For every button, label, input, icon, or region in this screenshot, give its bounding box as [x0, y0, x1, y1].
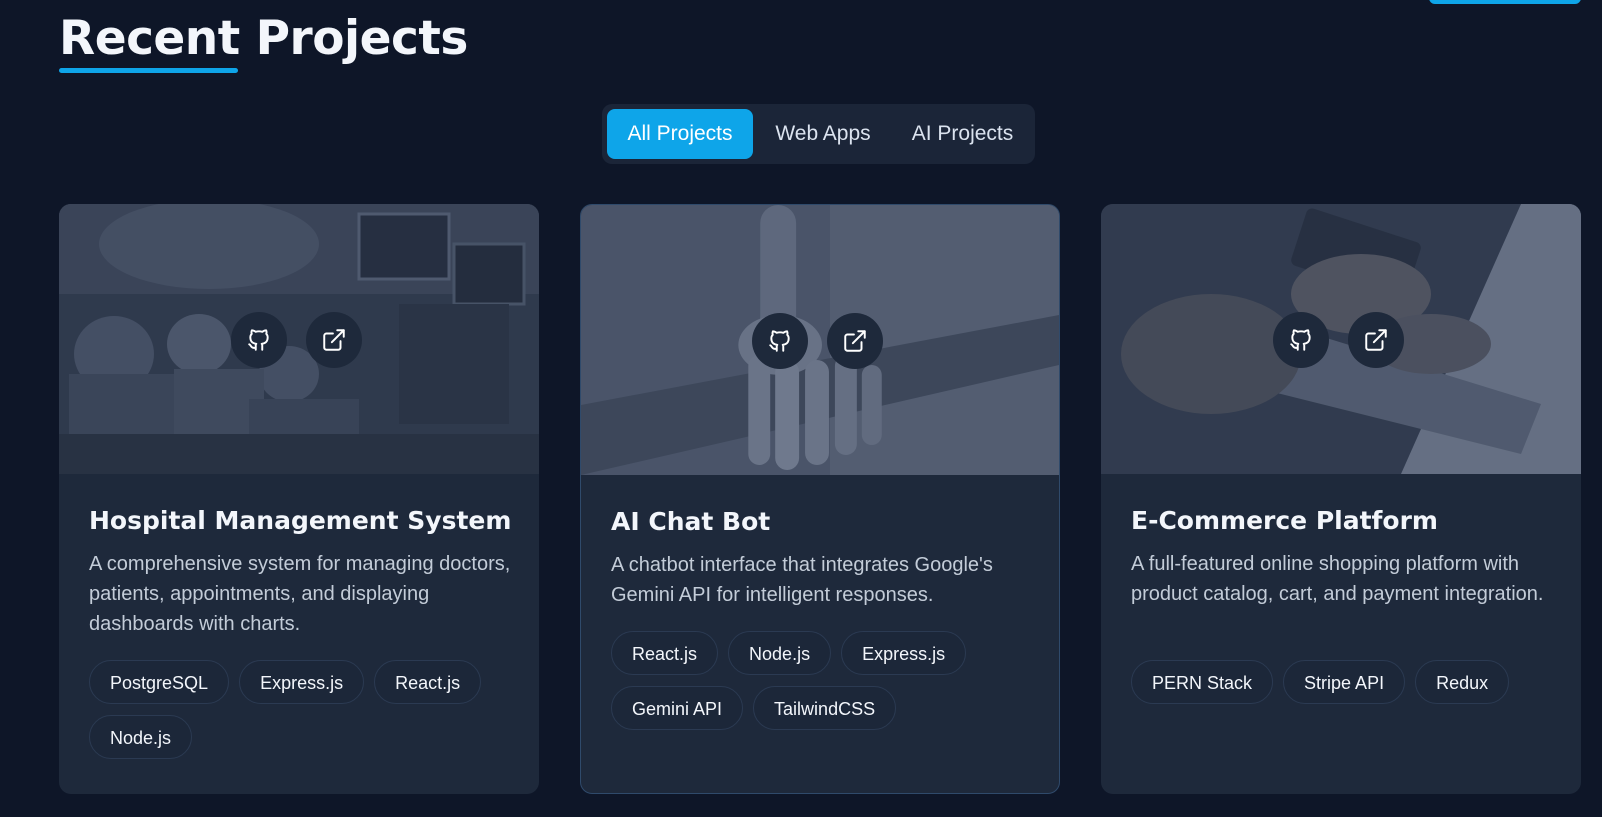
project-title: AI Chat Bot — [611, 507, 771, 536]
project-description: A comprehensive system for managing doct… — [89, 553, 511, 635]
github-icon — [769, 330, 790, 352]
tech-tag: Stripe API — [1283, 660, 1406, 704]
tech-tag: React.js — [611, 631, 719, 675]
title-underline — [59, 68, 238, 73]
tech-tag: TailwindCSS — [753, 686, 897, 730]
github-icon — [248, 329, 269, 351]
filter-web-apps[interactable]: Web Apps — [753, 109, 893, 159]
project-image-laptop-card — [1101, 204, 1581, 474]
tech-tag: React.js — [374, 660, 482, 704]
tech-tag: Express.js — [841, 631, 967, 675]
project-description: A chatbot interface that integrates Goog… — [611, 554, 993, 606]
tech-tag: PERN Stack — [1131, 660, 1274, 704]
project-description: A full-featured online shopping platform… — [1131, 553, 1544, 605]
project-card-hospital[interactable]: Hospital Management System A comprehensi… — [59, 204, 539, 794]
tech-tag: Gemini API — [611, 686, 744, 730]
tech-tag: Express.js — [239, 660, 365, 704]
project-title: Hospital Management System — [89, 506, 512, 535]
external-link-icon — [1365, 329, 1387, 351]
live-demo-button[interactable] — [306, 312, 362, 368]
external-link-icon — [323, 329, 345, 351]
header-cta-button[interactable] — [1429, 0, 1581, 4]
github-link-button[interactable] — [1273, 312, 1329, 368]
live-demo-button[interactable] — [827, 313, 883, 369]
filter-ai-projects[interactable]: AI Projects — [893, 109, 1032, 159]
github-link-button[interactable] — [231, 312, 287, 368]
project-image-operating-room — [59, 204, 539, 474]
tech-tag: PostgreSQL — [89, 660, 230, 704]
tech-tags: PERN Stack Stripe API Redux — [1131, 660, 1561, 704]
tech-tag: Redux — [1415, 660, 1510, 704]
filter-all-projects[interactable]: All Projects — [607, 109, 753, 159]
github-link-button[interactable] — [752, 313, 808, 369]
tech-tag: Node.js — [89, 715, 193, 759]
tech-tag: Node.js — [728, 631, 832, 675]
section-title: Recent Projects — [59, 11, 468, 66]
live-demo-button[interactable] — [1348, 312, 1404, 368]
project-filter-tabs: All Projects Web Apps AI Projects — [602, 104, 1035, 164]
project-image-robot-hand — [581, 205, 1059, 475]
project-card-ai-chat-bot[interactable]: AI Chat Bot A chatbot interface that int… — [580, 204, 1060, 794]
tech-tags: PostgreSQL Express.js React.js Node.js — [89, 660, 519, 759]
external-link-icon — [844, 330, 866, 352]
project-title: E-Commerce Platform — [1131, 506, 1438, 535]
github-icon — [1290, 329, 1311, 351]
project-card-ecommerce[interactable]: E-Commerce Platform A full-featured onli… — [1101, 204, 1581, 794]
tech-tags: React.js Node.js Express.js Gemini API T… — [611, 631, 1041, 730]
